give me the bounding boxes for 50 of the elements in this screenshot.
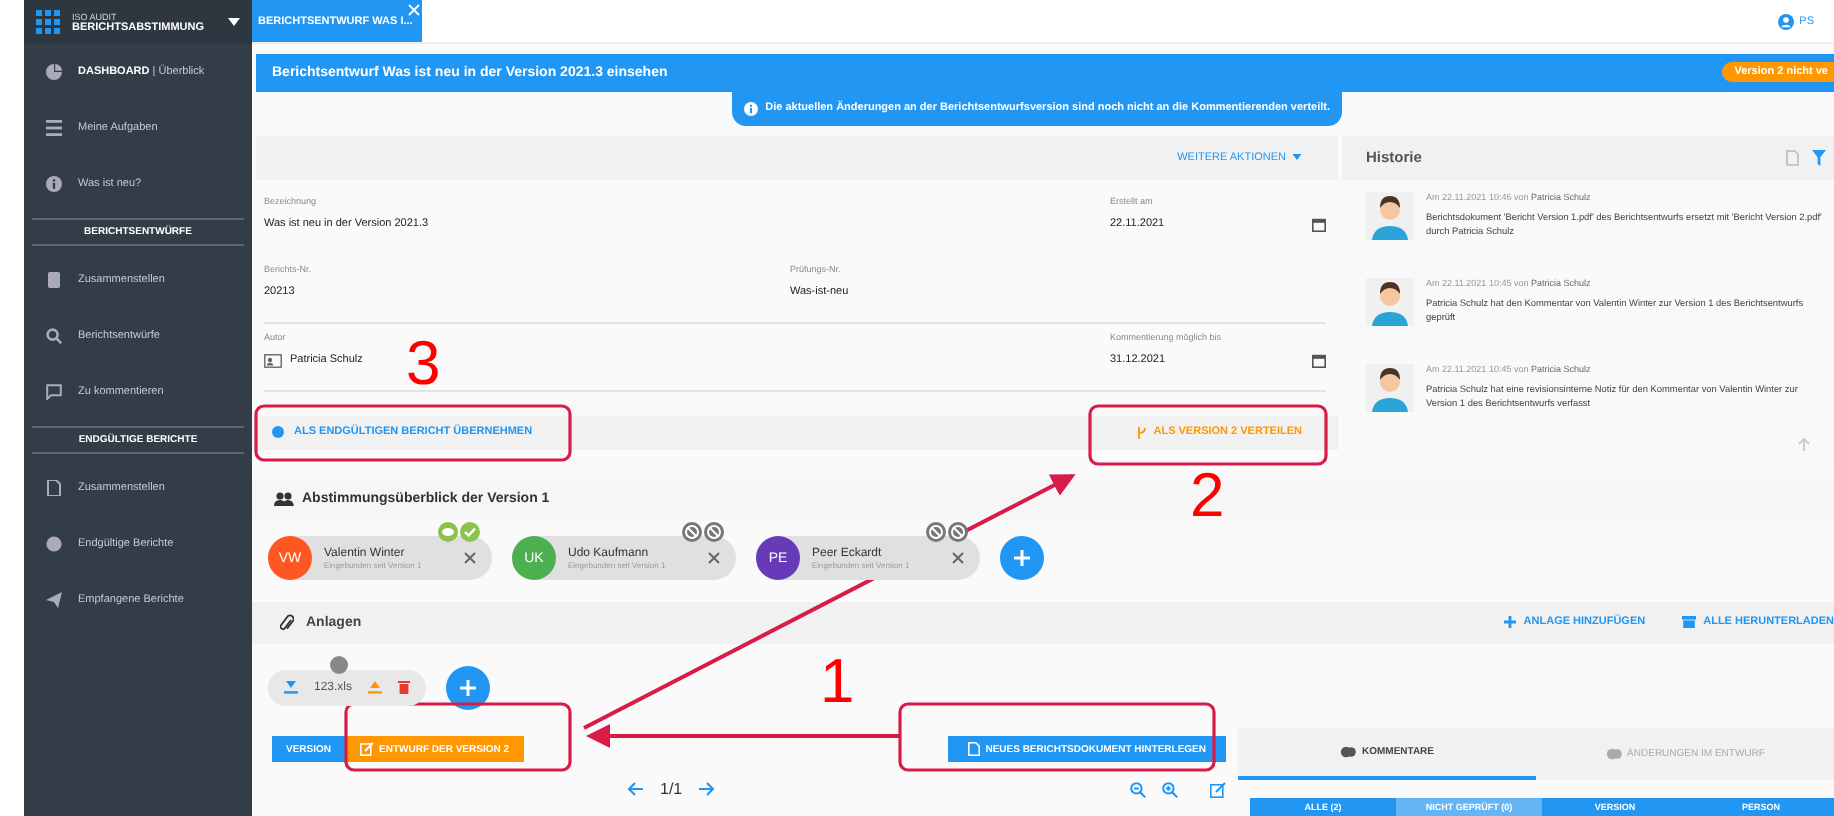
people-icon	[274, 492, 294, 507]
search-icon[interactable]	[46, 328, 62, 344]
edit-icon[interactable]	[1210, 781, 1226, 797]
version-badge-icon	[330, 655, 348, 674]
zoom-out-icon[interactable]	[1130, 781, 1146, 797]
avatar-silhouette	[1366, 277, 1414, 326]
avatar-silhouette	[1366, 191, 1414, 240]
plus-icon[interactable]	[1503, 616, 1516, 629]
trash-icon[interactable]	[398, 680, 411, 695]
archive-icon[interactable]	[1681, 616, 1696, 629]
arrow-right-icon[interactable]	[698, 782, 715, 796]
avatar-silhouette	[1366, 363, 1414, 412]
page-indicator: 1/1	[660, 780, 683, 798]
chat-bubbles-icon	[1339, 746, 1356, 758]
annotation-number: 2	[1190, 464, 1225, 526]
remove-icon[interactable]	[952, 552, 964, 565]
doc-icon[interactable]	[46, 272, 62, 288]
plus-icon	[460, 679, 477, 696]
plus-icon	[1014, 550, 1030, 567]
info-icon[interactable]	[46, 176, 62, 192]
close-icon[interactable]	[408, 4, 421, 16]
caret-icon[interactable]	[228, 18, 240, 26]
branch-icon	[1135, 425, 1148, 440]
circle-icon[interactable]	[46, 536, 62, 552]
file-icon[interactable]	[46, 480, 62, 496]
pie-icon[interactable]	[46, 64, 62, 80]
paperclip-icon	[280, 613, 294, 632]
add-attachment-fab[interactable]	[446, 665, 491, 710]
add-participant-button[interactable]	[1000, 536, 1044, 581]
remove-icon[interactable]	[708, 552, 720, 565]
calendar-icon[interactable]	[1312, 353, 1326, 368]
download-icon[interactable]	[284, 680, 298, 695]
document-icon	[967, 742, 980, 756]
circle-icon	[272, 426, 284, 439]
user-icon[interactable]	[1777, 14, 1794, 30]
annotation-number: 1	[820, 650, 855, 712]
remove-icon[interactable]	[464, 552, 476, 565]
app-grid-icon[interactable]	[36, 10, 60, 34]
zoom-in-icon[interactable]	[1162, 781, 1178, 797]
list-icon[interactable]	[46, 120, 62, 136]
contact-card-icon	[264, 353, 282, 368]
edit-icon	[359, 742, 374, 756]
info-icon	[743, 101, 758, 116]
arrow-left-icon[interactable]	[628, 782, 644, 796]
history-icon	[1605, 748, 1622, 760]
annotation-number: 3	[406, 332, 441, 394]
chat-icon[interactable]	[46, 384, 62, 400]
filter-icon[interactable]	[1812, 149, 1826, 166]
calendar-icon[interactable]	[1312, 217, 1326, 232]
send-icon[interactable]	[46, 592, 62, 608]
